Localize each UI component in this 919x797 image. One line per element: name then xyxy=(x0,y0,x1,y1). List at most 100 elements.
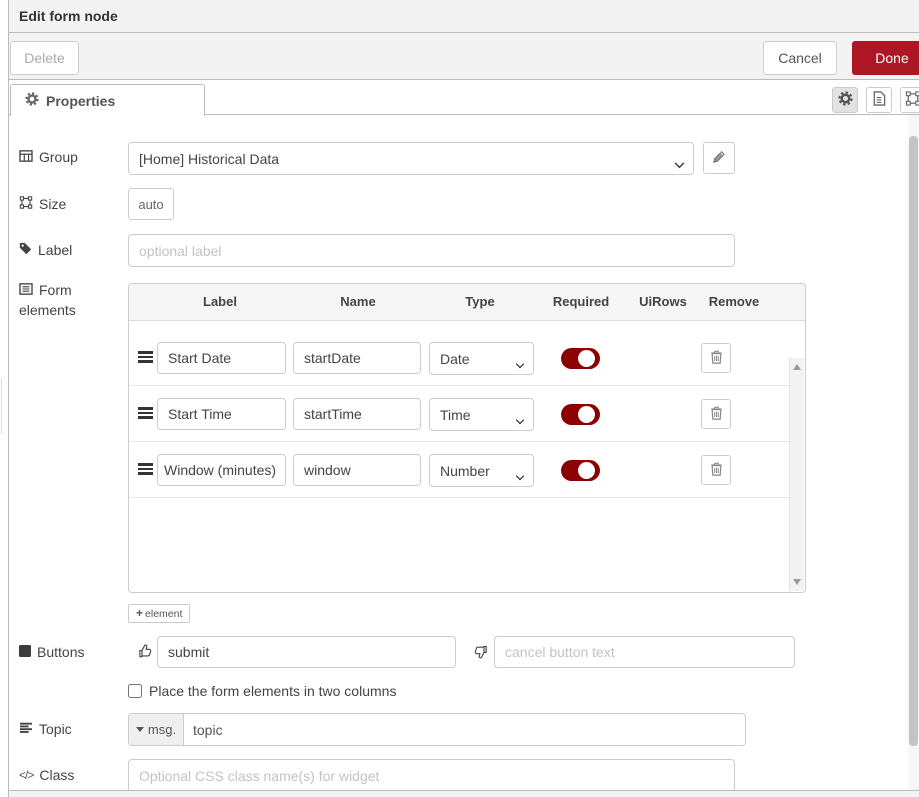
toggle-knob xyxy=(578,406,595,423)
row-separator xyxy=(129,385,791,386)
description-icon-button[interactable] xyxy=(866,87,892,113)
trash-icon xyxy=(710,462,723,479)
delete-button[interactable]: Delete xyxy=(10,41,79,75)
table-icon xyxy=(19,149,33,165)
dialog-header: Edit form node xyxy=(9,0,919,33)
topic-field-label: Topic xyxy=(19,721,72,737)
element-type-select[interactable]: Number xyxy=(429,454,534,487)
cancel-button-text-input[interactable] xyxy=(494,636,795,668)
page-scrollbar-thumb[interactable] xyxy=(909,136,918,746)
trash-icon xyxy=(710,406,723,423)
topic-typed-input: msg. topic xyxy=(128,713,746,746)
scroll-up-arrow[interactable] xyxy=(793,364,801,370)
thumbs-up-icon xyxy=(138,643,153,662)
form-elements-field-label-line2: elements xyxy=(19,302,76,318)
size-button[interactable]: auto xyxy=(128,188,174,220)
column-header-name: Name xyxy=(340,294,375,309)
chevron-down-icon xyxy=(515,412,525,428)
pencil-icon xyxy=(712,150,726,167)
appearance-icon-button[interactable] xyxy=(900,87,919,113)
element-name-input[interactable] xyxy=(293,398,421,430)
topic-value[interactable]: topic xyxy=(184,714,745,745)
remove-element-button[interactable] xyxy=(701,455,731,485)
two-columns-row: Place the form elements in two columns xyxy=(128,683,396,699)
class-field-label: </> Class xyxy=(19,767,74,783)
form-element-row: Time xyxy=(129,389,791,439)
buttons-field-label: Buttons xyxy=(19,644,84,660)
chevron-down-icon xyxy=(515,468,525,484)
form-element-row: Number xyxy=(129,445,791,495)
form-elements-list: Date Time xyxy=(129,321,805,592)
tag-icon xyxy=(19,242,32,258)
column-header-uirows: UiRows xyxy=(639,294,687,309)
required-toggle[interactable] xyxy=(561,404,600,425)
form-elements-field-label: Form xyxy=(19,282,72,298)
footer-strip xyxy=(9,790,919,797)
dialog-toolbar: Delete Cancel Done xyxy=(9,33,919,80)
group-field-label: Group xyxy=(19,149,78,165)
element-label-input[interactable] xyxy=(157,398,286,430)
thumbs-down-icon xyxy=(473,644,488,663)
element-type-select[interactable]: Date xyxy=(429,342,534,375)
submit-button-text-input[interactable] xyxy=(157,636,456,668)
editor-tabbar: Properties xyxy=(9,80,919,115)
toggle-knob xyxy=(578,462,595,479)
bars-icon xyxy=(19,721,33,737)
table-scrollbar[interactable] xyxy=(789,358,804,591)
drag-handle-icon[interactable] xyxy=(138,351,153,363)
two-columns-checkbox[interactable] xyxy=(128,684,142,698)
drag-handle-icon[interactable] xyxy=(138,463,153,475)
element-label-input[interactable] xyxy=(157,342,286,374)
document-icon xyxy=(872,91,886,109)
trash-icon xyxy=(710,350,723,367)
label-field-label: Label xyxy=(19,242,72,258)
object-group-icon xyxy=(905,91,919,109)
form-elements-table: Label Name Type Required UiRows Remove D… xyxy=(128,283,806,593)
group-select[interactable]: [Home] Historical Data xyxy=(128,142,694,175)
chevron-down-icon xyxy=(674,156,685,172)
properties-panel: Group [Home] Historical Data Size auto L… xyxy=(9,115,919,790)
column-header-type: Type xyxy=(465,294,494,309)
sidebar-grip xyxy=(1,378,2,434)
cog-icon xyxy=(838,91,853,109)
drag-handle-icon[interactable] xyxy=(138,407,153,419)
dialog-left-border xyxy=(8,0,9,797)
properties-icon-button[interactable] xyxy=(832,87,858,113)
page-scrollbar[interactable] xyxy=(908,115,919,790)
form-elements-header: Label Name Type Required UiRows Remove xyxy=(129,284,805,321)
remove-element-button[interactable] xyxy=(701,343,731,373)
cog-icon xyxy=(25,92,39,109)
edit-group-button[interactable] xyxy=(703,142,735,174)
column-header-remove: Remove xyxy=(709,294,760,309)
done-button[interactable]: Done xyxy=(852,41,919,75)
two-columns-label: Place the form elements in two columns xyxy=(149,683,396,699)
element-label-input[interactable] xyxy=(157,454,286,486)
tab-properties-label: Properties xyxy=(46,93,115,109)
add-element-button[interactable]: +element xyxy=(128,604,190,623)
required-toggle[interactable] xyxy=(561,348,600,369)
list-alt-icon xyxy=(19,282,33,298)
label-input[interactable] xyxy=(128,234,735,267)
required-toggle[interactable] xyxy=(561,460,600,481)
row-separator xyxy=(129,441,791,442)
element-name-input[interactable] xyxy=(293,454,421,486)
size-field-label: Size xyxy=(19,196,66,212)
caret-down-icon xyxy=(136,727,144,732)
msg-type-button[interactable]: msg. xyxy=(129,714,184,745)
chevron-down-icon xyxy=(515,356,525,372)
resize-icon xyxy=(19,196,33,212)
remove-element-button[interactable] xyxy=(701,399,731,429)
element-type-select[interactable]: Time xyxy=(429,398,534,431)
class-input[interactable] xyxy=(128,759,735,792)
tab-properties[interactable]: Properties xyxy=(10,84,205,116)
row-separator xyxy=(129,497,791,498)
form-element-row: Date xyxy=(129,333,791,383)
square-icon xyxy=(19,644,31,660)
column-header-required: Required xyxy=(553,294,609,309)
toggle-knob xyxy=(578,350,595,367)
scroll-down-arrow[interactable] xyxy=(793,579,801,585)
cancel-button[interactable]: Cancel xyxy=(763,41,837,75)
element-name-input[interactable] xyxy=(293,342,421,374)
column-header-label: Label xyxy=(203,294,237,309)
dialog-title: Edit form node xyxy=(19,8,118,24)
